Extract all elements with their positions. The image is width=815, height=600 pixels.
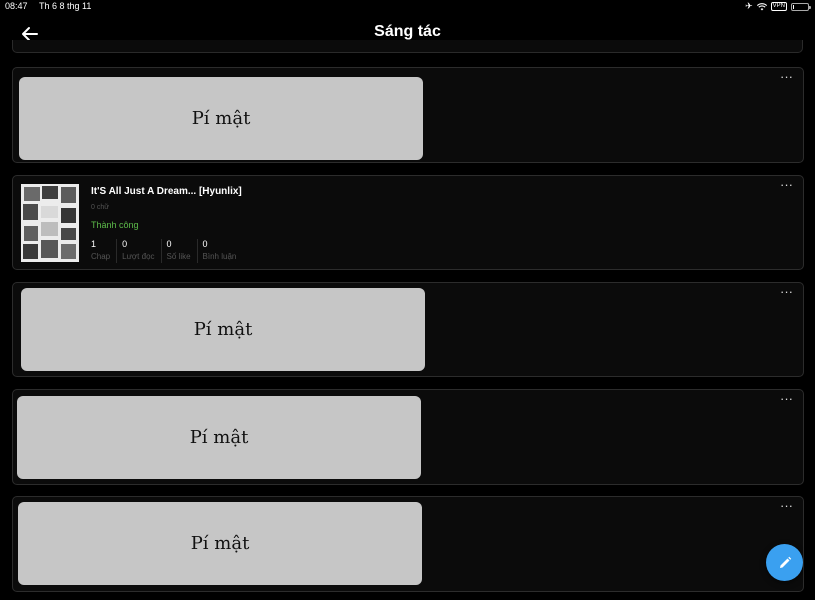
airplane-icon: ✈	[745, 1, 753, 11]
more-options-button[interactable]: ···	[780, 285, 793, 299]
stat-value: 0	[122, 239, 128, 249]
story-card[interactable]: ··· It'S All Just A Dream... [Hyunlix] 0…	[12, 175, 804, 270]
battery-icon	[791, 2, 811, 11]
status-badge: Thành công	[91, 220, 139, 230]
story-stats: 1 Chap 0 Lượt đọc 0 Số like 0 Bình luận	[91, 239, 247, 263]
stat-label: Lượt đọc	[122, 252, 155, 261]
more-options-button[interactable]: ···	[780, 499, 793, 513]
secret-cover: Pí mật	[19, 77, 423, 160]
secret-label: Pí mật	[193, 319, 253, 340]
card-sliver	[12, 40, 803, 53]
stat-reads: 0 Lượt đọc	[122, 239, 162, 263]
story-cover-image	[21, 184, 79, 262]
secret-cover: Pí mật	[21, 288, 425, 371]
story-card-secret[interactable]: ··· Pí mật	[12, 67, 804, 163]
stat-label: Bình luận	[202, 252, 237, 261]
stat-comments: 0 Bình luận	[203, 239, 243, 263]
word-count: 0 chữ	[91, 204, 109, 211]
secret-label: Pí mật	[190, 533, 250, 554]
secret-label: Pí mật	[191, 108, 251, 129]
pencil-icon	[779, 556, 791, 568]
story-card-secret[interactable]: ··· Pí mật	[12, 496, 804, 592]
stat-label: Số like	[166, 252, 191, 261]
page-title: Sáng tác	[374, 23, 441, 40]
stat-value: 0	[202, 239, 208, 249]
more-options-button[interactable]: ···	[780, 392, 793, 406]
story-card-secret[interactable]: ··· Pí mật	[12, 282, 804, 377]
more-options-button[interactable]: ···	[780, 178, 793, 192]
stat-label: Chap	[91, 252, 111, 261]
status-icons: ✈ VPN	[745, 1, 811, 12]
secret-cover: Pí mật	[17, 396, 421, 479]
more-options-button[interactable]: ···	[780, 70, 793, 84]
status-bar: 08:47 Th 6 8 thg 11 ✈ VPN	[0, 0, 815, 14]
status-time: 08:47	[5, 1, 28, 11]
compose-button[interactable]	[766, 544, 803, 581]
secret-label: Pí mật	[189, 427, 249, 448]
stat-likes: 0 Số like	[167, 239, 198, 263]
secret-cover: Pí mật	[18, 502, 422, 585]
stat-value: 0	[166, 239, 172, 249]
stat-chap: 1 Chap	[91, 239, 118, 263]
vpn-badge: VPN	[770, 2, 787, 11]
status-date: Th 6 8 thg 11	[39, 1, 92, 11]
battery-level	[793, 4, 794, 9]
story-card-secret[interactable]: ··· Pí mật	[12, 389, 804, 485]
wifi-icon	[756, 2, 767, 10]
story-title[interactable]: It'S All Just A Dream... [Hyunlix]	[91, 186, 242, 197]
stat-value: 1	[91, 239, 97, 249]
